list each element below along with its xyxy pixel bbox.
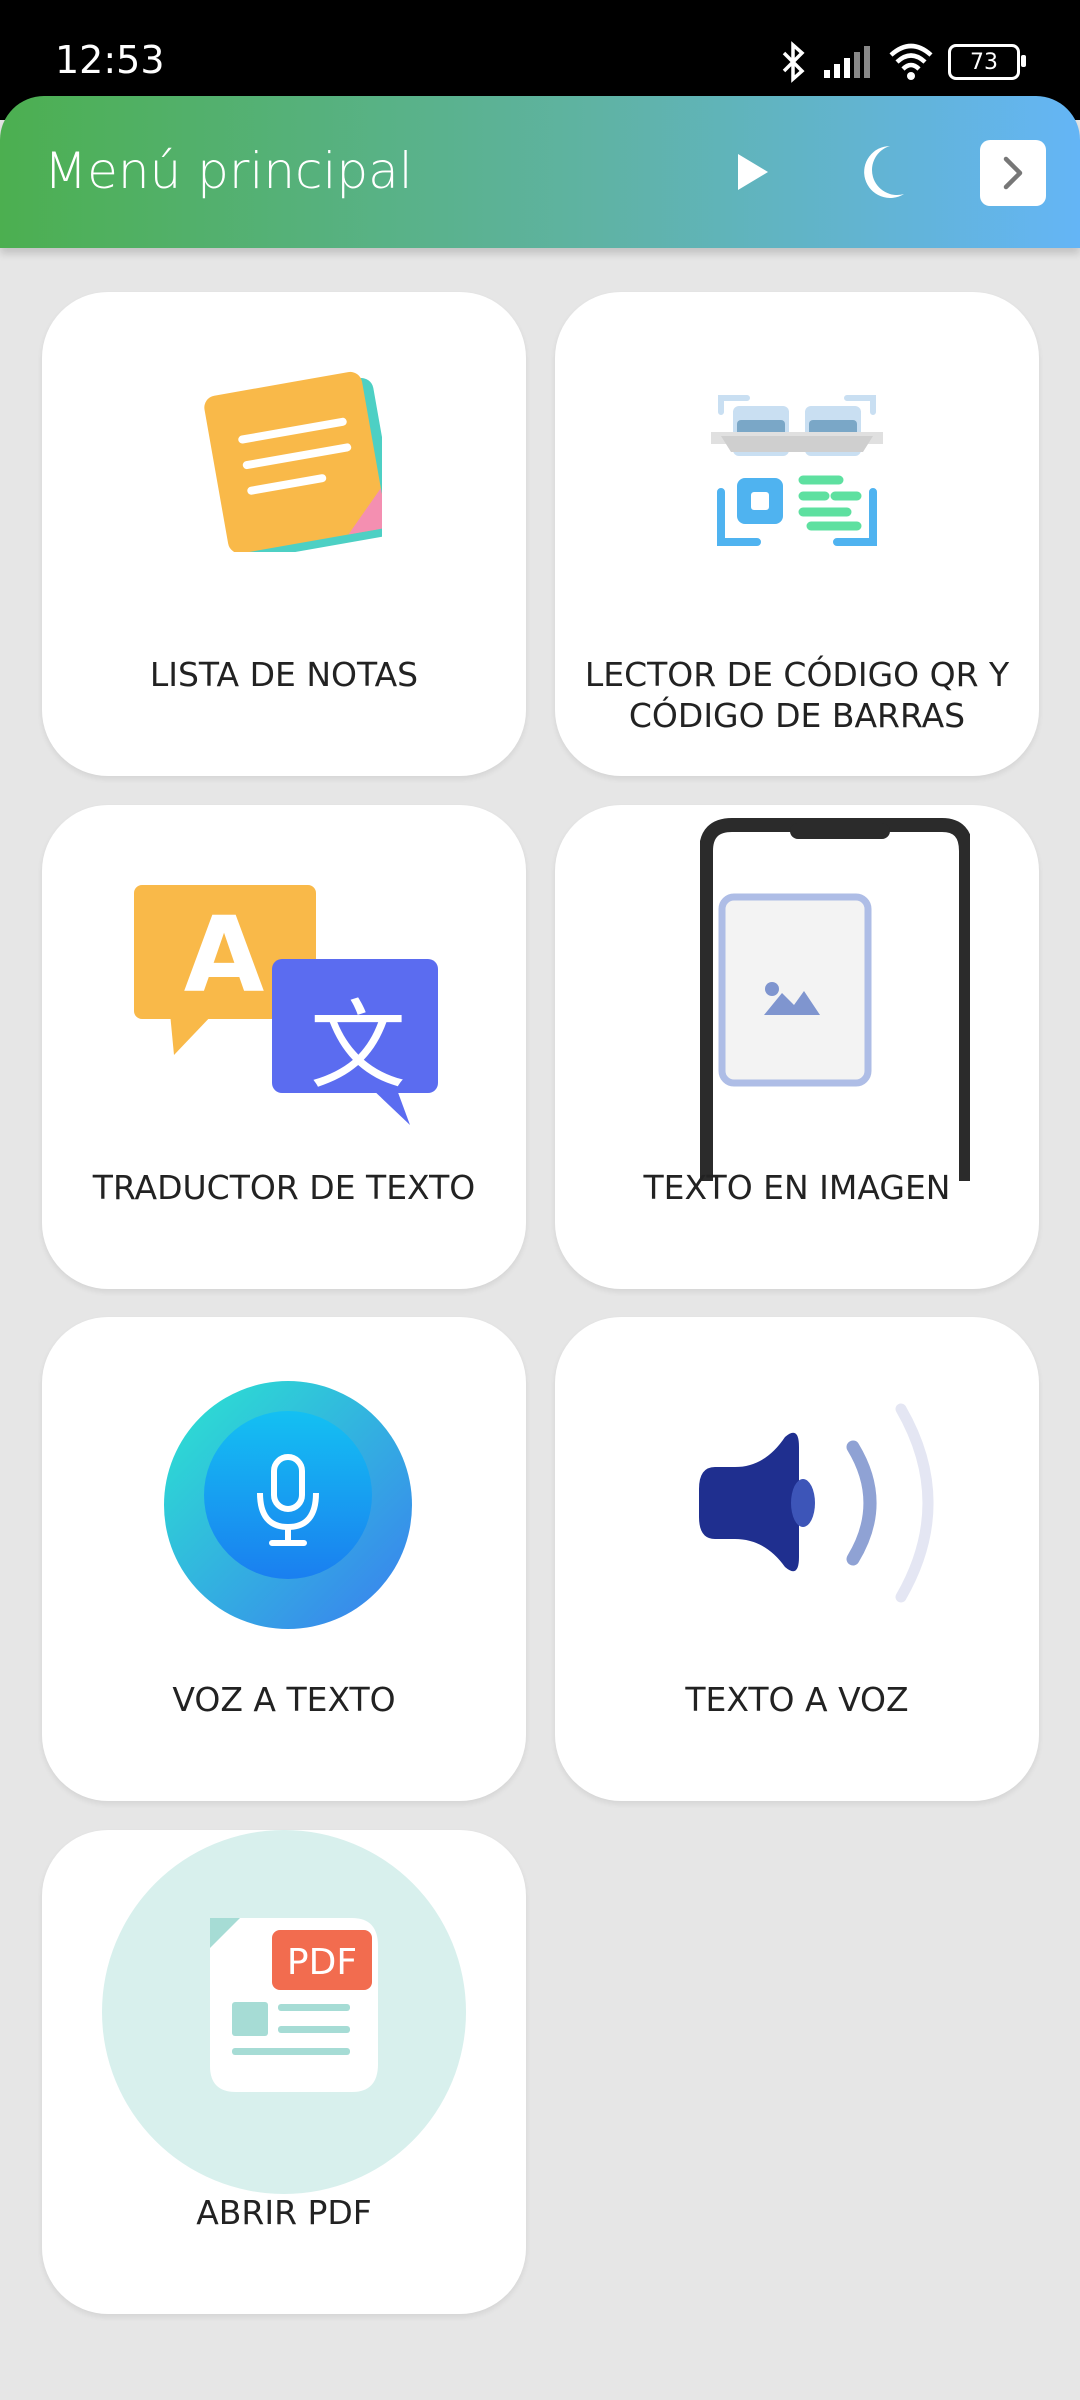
- tile-lista-de-notas[interactable]: LISTA DE NOTAS: [42, 292, 526, 776]
- battery-level: 73: [970, 49, 998, 75]
- tile-label: LECTOR DE CÓDIGO QR Y CÓDIGO DE BARRAS: [584, 655, 1010, 735]
- app-bar: Menú principal: [0, 96, 1080, 248]
- pdf-badge: PDF: [287, 1942, 357, 1983]
- tile-lector-qr[interactable]: LECTOR DE CÓDIGO QR Y CÓDIGO DE BARRAS: [555, 292, 1039, 776]
- page-title: Menú principal: [44, 142, 413, 200]
- tile-voz-a-texto[interactable]: VOZ A TEXTO: [42, 1317, 526, 1801]
- tile-texto-en-imagen[interactable]: TEXTO EN IMAGEN: [555, 805, 1039, 1289]
- translate-icon: A 文: [134, 885, 438, 1125]
- tile-label: TEXTO A VOZ: [685, 1680, 909, 1719]
- play-icon: [738, 154, 768, 190]
- status-icons: 73: [780, 38, 1026, 86]
- qr-scanner-icon: [711, 395, 883, 546]
- svg-text:A: A: [184, 894, 265, 1016]
- tile-texto-a-voz[interactable]: TEXTO A VOZ: [555, 1317, 1039, 1801]
- speaker-icon: [699, 1403, 934, 1603]
- signal-icon: [824, 46, 870, 78]
- tile-abrir-pdf[interactable]: PDF ABRIR PDF: [42, 1830, 526, 2314]
- svg-text:文: 文: [310, 990, 406, 1102]
- tile-label: VOZ A TEXTO: [172, 1680, 396, 1719]
- microphone-icon: [164, 1381, 412, 1629]
- bluetooth-icon: [782, 41, 805, 83]
- wifi-icon: [889, 43, 933, 80]
- next-button[interactable]: [980, 140, 1046, 206]
- battery-indicator: 73: [948, 44, 1026, 80]
- status-time: 12:53: [55, 38, 165, 82]
- dark-mode-button[interactable]: [846, 136, 918, 208]
- phone-image-icon: [700, 818, 970, 1181]
- tile-traductor[interactable]: A 文 TRADUCTOR DE TEXTO: [42, 805, 526, 1289]
- chevron-right-icon: [1003, 156, 1023, 190]
- notes-icon: [204, 371, 382, 552]
- moon-icon: [864, 146, 904, 198]
- tile-label: TEXTO EN IMAGEN: [643, 1168, 951, 1207]
- tile-label: LISTA DE NOTAS: [149, 655, 419, 694]
- tile-label: TRADUCTOR DE TEXTO: [92, 1168, 476, 1207]
- pdf-icon: PDF: [102, 1830, 466, 2194]
- tile-label: ABRIR PDF: [196, 2193, 372, 2232]
- play-button[interactable]: [716, 136, 788, 208]
